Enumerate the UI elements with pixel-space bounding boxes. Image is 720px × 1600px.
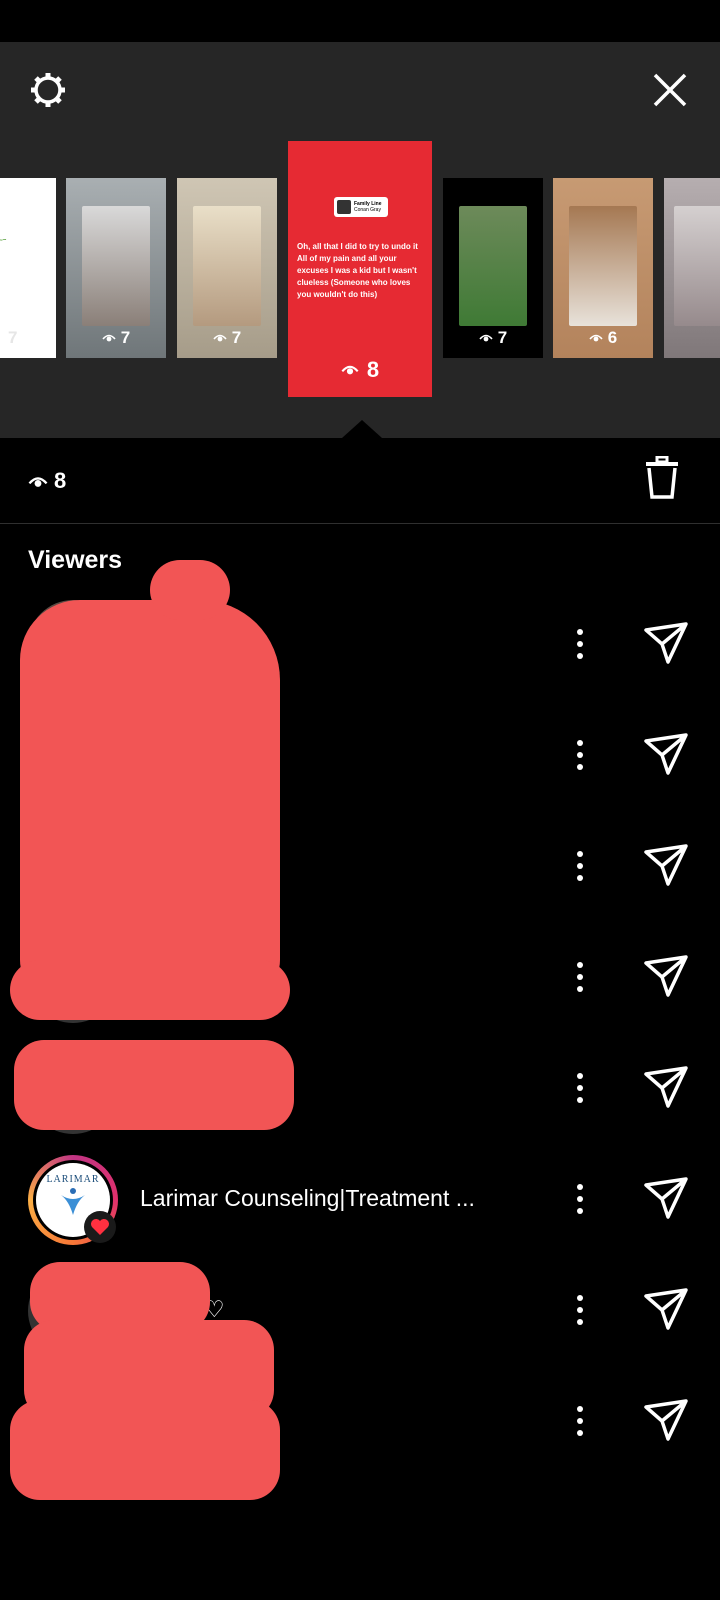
eye-icon — [589, 334, 603, 342]
story-thumbnail[interactable]: ~~~ 7 — [0, 178, 56, 358]
story-view-count: 8 — [366, 357, 380, 382]
more-options-icon[interactable] — [570, 1290, 590, 1330]
trash-icon — [646, 455, 678, 499]
eye-icon — [213, 334, 227, 342]
story-thumbnail[interactable]: 7 — [177, 178, 277, 358]
eye-icon — [341, 365, 359, 375]
story-thumbnail[interactable]: 7 — [66, 178, 166, 358]
story-view-count: 7 — [8, 328, 18, 347]
status-bar — [0, 0, 720, 42]
selected-story-pointer — [342, 420, 382, 438]
total-view-count: 8 — [54, 468, 67, 493]
send-icon[interactable] — [642, 953, 690, 1001]
send-icon[interactable] — [642, 1286, 690, 1334]
more-options-icon[interactable] — [570, 846, 590, 886]
send-icon[interactable] — [642, 1397, 690, 1445]
story-photo — [674, 206, 720, 326]
send-icon[interactable] — [642, 1064, 690, 1112]
gear-icon — [31, 73, 65, 107]
settings-button[interactable] — [20, 62, 76, 118]
viewer-row[interactable]: LARIMAR Larimar Counseling|Treatment ... — [0, 1145, 720, 1255]
send-icon[interactable] — [642, 1175, 690, 1223]
heart-badge — [84, 1211, 116, 1243]
song-sticker: Family Line Conan Gray — [334, 197, 388, 217]
delete-story-button[interactable] — [642, 455, 682, 505]
story-thumbnail[interactable]: 7 — [443, 178, 543, 358]
album-art — [337, 200, 351, 214]
send-icon[interactable] — [642, 620, 690, 668]
more-options-icon[interactable] — [570, 1179, 590, 1219]
viewer-name: Larimar Counseling|Treatment ... — [140, 1185, 475, 1211]
redaction-scribble — [150, 560, 230, 620]
more-options-icon[interactable] — [570, 1068, 590, 1108]
story-view-count: 6 — [607, 328, 618, 347]
eye-icon — [479, 334, 493, 342]
redaction-scribble — [10, 960, 290, 1020]
story-photo — [459, 206, 527, 326]
avatar[interactable]: LARIMAR — [28, 1155, 118, 1245]
larimar-logo-text: LARIMAR — [46, 1173, 100, 1185]
redaction-scribble — [10, 1400, 280, 1500]
story-view-count: 7 — [120, 328, 131, 347]
logo-figure-icon — [61, 1187, 85, 1215]
story-photo — [193, 206, 261, 326]
more-options-icon[interactable] — [570, 624, 590, 664]
eye-icon — [102, 334, 116, 342]
send-icon[interactable] — [642, 731, 690, 779]
heart-icon — [91, 1219, 109, 1235]
eye-icon — [28, 477, 48, 487]
close-icon — [653, 73, 687, 107]
story-thumbnail-selected[interactable]: Family Line Conan Gray Oh, all that I di… — [288, 141, 432, 397]
story-photo — [569, 206, 637, 326]
redaction-scribble — [14, 1040, 294, 1130]
story-thumbnail[interactable]: 6 — [553, 178, 653, 358]
story-lyrics: Oh, all that I did to try to undo it All… — [297, 242, 418, 299]
story-view-count: 7 — [497, 328, 508, 347]
more-options-icon[interactable] — [570, 735, 590, 775]
close-button[interactable] — [642, 62, 698, 118]
redaction-scribble — [20, 600, 280, 1000]
song-artist: Conan Gray — [354, 207, 381, 213]
story-thumbnail[interactable] — [664, 178, 720, 358]
story-photo — [82, 206, 150, 326]
viewers-heading: Viewers — [28, 546, 123, 574]
story-view-count: 7 — [231, 328, 242, 347]
more-options-icon[interactable] — [570, 1401, 590, 1441]
more-options-icon[interactable] — [570, 957, 590, 997]
send-icon[interactable] — [642, 842, 690, 890]
divider — [0, 523, 720, 524]
